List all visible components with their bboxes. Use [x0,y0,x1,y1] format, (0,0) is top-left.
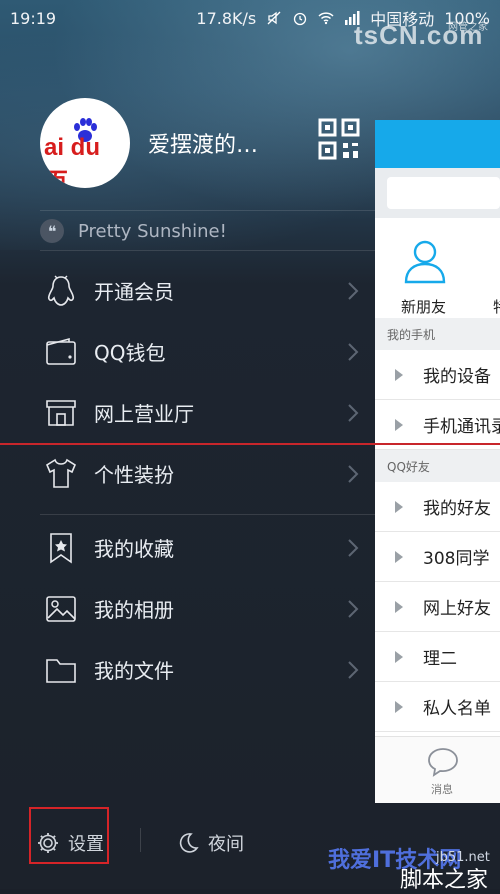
search-input[interactable] [387,177,500,209]
avatar[interactable]: ai du 百 [40,98,130,188]
moon-icon [179,833,199,853]
status-time: 19:19 [10,8,57,28]
chevron-right-icon [348,599,359,618]
wifi-icon [318,12,334,25]
chevron-right-icon [348,403,359,422]
expand-triangle-icon [395,600,403,613]
chevron-right-icon [348,342,359,361]
section-header-phone: 我的手机 [375,318,500,350]
quick-next-label: 特 [493,296,500,317]
expand-triangle-icon [395,650,403,663]
section-header-friends: QQ好友 [375,450,500,482]
folder-icon [46,658,76,683]
new-friend-icon[interactable] [403,238,447,284]
menu-item-label: 我的收藏 [94,537,174,561]
settings-button[interactable]: 设置 [36,830,104,856]
menu-item-online-hall[interactable]: 网上营业厅 [0,382,375,443]
list-item-label: 私人名单 [423,699,491,719]
status-net-speed: 17.8K/s [196,8,257,28]
list-item[interactable]: 网上好友 [375,582,500,632]
username[interactable]: 爱摆渡的… [148,127,258,159]
expand-triangle-icon [395,700,403,713]
tab-messages-label: 消息 [431,783,453,796]
alarm-icon [294,12,307,26]
list-item-label: 手机通讯录 [423,417,500,437]
menu-item-wallet[interactable]: QQ钱包 [0,321,375,382]
menu-item-files[interactable]: 我的文件 [0,639,375,700]
avatar-brand-text: ai du 百 [44,134,101,188]
store-icon [46,399,76,426]
list-item[interactable]: 私人名单 [375,682,500,732]
menu-item-label: 开通会员 [94,280,174,304]
expand-triangle-icon [395,500,403,513]
panel-title-bar [375,120,500,168]
wallet-icon [46,337,76,365]
settings-label: 设置 [68,834,104,855]
menu-item-theme[interactable]: 个性装扮 [0,443,375,504]
menu-item-album[interactable]: 我的相册 [0,578,375,639]
list-item[interactable]: 我的设备 [375,350,500,400]
chevron-right-icon [348,281,359,300]
new-friend-label: 新朋友 [401,298,447,316]
menu-item-label: QQ钱包 [94,341,166,365]
bottom-divider [140,828,141,852]
signature-text: Pretty Sunshine! [78,220,227,242]
search-area [375,168,500,218]
mute-icon [267,11,281,25]
red-guide-line [0,443,500,445]
profile-header[interactable]: ai du 百 爱摆渡的… [40,98,258,188]
night-label: 夜间 [208,834,244,855]
watermark-top-small: 网管之家 [448,22,488,33]
divider [40,514,375,515]
list-item-label: 理二 [423,649,457,669]
expand-triangle-icon [395,550,403,563]
expand-triangle-icon [395,368,403,381]
night-mode-button[interactable]: 夜间 [176,830,244,856]
bookmark-star-icon [50,532,72,564]
list-item-label: 我的好友 [423,499,491,519]
quick-actions: 新朋友 特 [375,218,500,318]
bottom-tab-bar: 消息 [375,736,500,803]
menu-item-label: 我的相册 [94,598,174,622]
qr-code-icon[interactable] [318,118,360,160]
menu-item-favorites[interactable]: 我的收藏 [0,517,375,578]
chevron-right-icon [348,464,359,483]
list-item[interactable]: 理二 [375,632,500,682]
signature-row[interactable]: ❝ Pretty Sunshine! [40,210,375,251]
list-item-label: 网上好友 [423,599,491,619]
expand-triangle-icon [395,418,403,431]
photo-icon [46,595,76,622]
message-bubble-icon[interactable] [427,747,459,777]
contacts-panel[interactable]: 新朋友 特 我的手机 我的设备 手机通讯录 QQ好友 我的好友 308同学 网上… [375,120,500,803]
menu-item-label: 我的文件 [94,659,174,683]
tshirt-icon [45,458,77,488]
penguin-icon [47,275,75,306]
gear-icon [38,833,58,853]
chevron-right-icon [348,538,359,557]
menu-item-vip[interactable]: 开通会员 [0,260,375,321]
divider [40,250,375,251]
list-item-label: 308同学 [423,549,490,569]
list-item[interactable]: 我的好友 [375,482,500,532]
quote-icon: ❝ [40,219,64,243]
menu-item-label: 个性装扮 [94,463,174,487]
list-item[interactable]: 308同学 [375,532,500,582]
watermark-bottom-white: 脚本之家 [400,868,489,893]
menu-item-label: 网上营业厅 [94,402,194,426]
list-item-label: 我的设备 [423,367,491,387]
chevron-right-icon [348,660,359,679]
